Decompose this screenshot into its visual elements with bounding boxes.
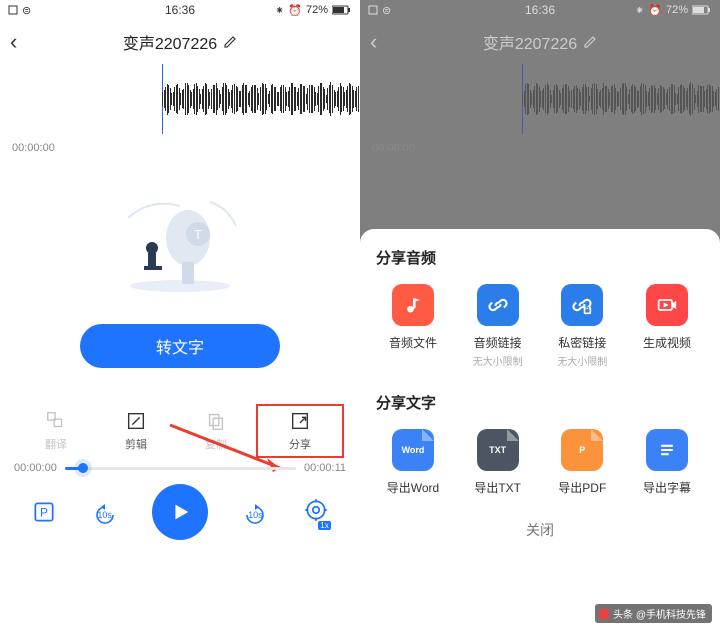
header: ‹ 变声2207226 <box>360 20 720 64</box>
action-edit[interactable]: 剪辑 <box>96 410 176 452</box>
section-text-title: 分享文字 <box>376 392 704 413</box>
timestamp: 00:00:00 <box>360 134 720 158</box>
empty-illustration: T <box>0 158 360 318</box>
bluetooth-icon: ⁕ <box>635 4 644 17</box>
waveform-bars <box>522 82 720 116</box>
back-button[interactable]: ‹ <box>10 29 17 55</box>
back-button[interactable]: ‹ <box>370 29 377 55</box>
battery-icon <box>692 5 712 15</box>
action-share[interactable]: 分享 <box>256 404 344 458</box>
copy-icon <box>205 410 227 432</box>
rewind-10s-button[interactable]: 10s <box>92 504 118 520</box>
edit-title-icon[interactable] <box>583 35 597 49</box>
cta-row: 转文字 <box>0 324 360 368</box>
status-bar: ⊜ 16:36 ⁕ ⏰ 72% <box>0 0 360 20</box>
share-text-item-1[interactable]: TXT导出TXT <box>461 429 535 496</box>
share-audio-item-2[interactable]: 私密链接无大小限制 <box>545 284 619 368</box>
waveform[interactable] <box>0 64 360 134</box>
forward-10s-button[interactable]: 10s <box>242 504 268 520</box>
section-audio-title: 分享音频 <box>376 247 704 268</box>
phone-right: ⊜ 16:36 ⁕ ⏰ 72% ‹ 变声2207226 00:00:00 分享音… <box>360 0 720 629</box>
share-sheet: 分享音频 音频文件音频链接无大小限制私密链接无大小限制生成视频 分享文字 Wor… <box>360 229 720 629</box>
phone-left: ⊜ 16:36 ⁕ ⏰ 72% ‹ 变声2207226 00:00:00 T <box>0 0 360 629</box>
close-sheet-button[interactable]: 关闭 <box>376 520 704 540</box>
translate-icon <box>45 410 67 432</box>
page-title: 变声2207226 <box>483 30 597 54</box>
scrubber-start: 00:00:00 <box>14 462 57 474</box>
status-left: ⊜ <box>8 4 31 17</box>
marker-button[interactable]: P <box>31 499 57 525</box>
scrubber-thumb[interactable] <box>78 463 88 473</box>
timestamp: 00:00:00 <box>0 134 360 158</box>
playback-controls: P 10s 10s 1x <box>0 478 360 550</box>
action-row: 翻译 剪辑 复制 分享 <box>0 410 360 452</box>
status-bar: ⊜ 16:36 ⁕ ⏰ 72% <box>360 0 720 20</box>
status-time: 16:36 <box>525 3 555 17</box>
battery-percent: 72% <box>306 4 328 16</box>
scrubber-track[interactable] <box>65 467 296 470</box>
action-copy: 复制 <box>176 410 256 452</box>
watermark: 头条 @手机科技先锋 <box>595 604 712 623</box>
dnd-icon <box>368 5 378 15</box>
svg-text:T: T <box>194 227 202 242</box>
share-text-item-0[interactable]: Word导出Word <box>376 429 450 496</box>
waveform <box>360 64 720 134</box>
edit-icon <box>125 410 147 432</box>
share-text-grid: Word导出WordTXT导出TXTP导出PDF导出字幕 <box>376 429 704 496</box>
scrubber-end: 00:00:11 <box>304 462 346 474</box>
share-audio-item-3[interactable]: 生成视频 <box>630 284 704 368</box>
play-button[interactable] <box>152 484 208 540</box>
share-audio-grid: 音频文件音频链接无大小限制私密链接无大小限制生成视频 <box>376 284 704 368</box>
play-icon <box>169 501 191 523</box>
battery-icon <box>332 5 352 15</box>
share-text-item-2[interactable]: P导出PDF <box>545 429 619 496</box>
edit-title-icon[interactable] <box>223 35 237 49</box>
share-icon <box>289 410 311 432</box>
header: ‹ 变声2207226 <box>0 20 360 64</box>
convert-to-text-button[interactable]: 转文字 <box>80 324 280 368</box>
alarm-icon: ⏰ <box>648 4 662 17</box>
action-translate: 翻译 <box>16 410 96 452</box>
bluetooth-icon: ⁕ <box>275 4 284 17</box>
share-audio-item-1[interactable]: 音频链接无大小限制 <box>461 284 535 368</box>
settings-button[interactable]: 1x <box>303 497 329 528</box>
share-text-item-3[interactable]: 导出字幕 <box>630 429 704 496</box>
svg-text:P: P <box>40 505 48 519</box>
battery-percent: 72% <box>666 4 688 16</box>
waveform-bars <box>162 82 360 116</box>
share-audio-item-0[interactable]: 音频文件 <box>376 284 450 368</box>
status-right: ⁕ ⏰ 72% <box>275 4 352 17</box>
dnd-icon <box>8 5 18 15</box>
status-time: 16:36 <box>165 3 195 17</box>
page-title: 变声2207226 <box>123 30 237 54</box>
alarm-icon: ⏰ <box>288 4 302 17</box>
